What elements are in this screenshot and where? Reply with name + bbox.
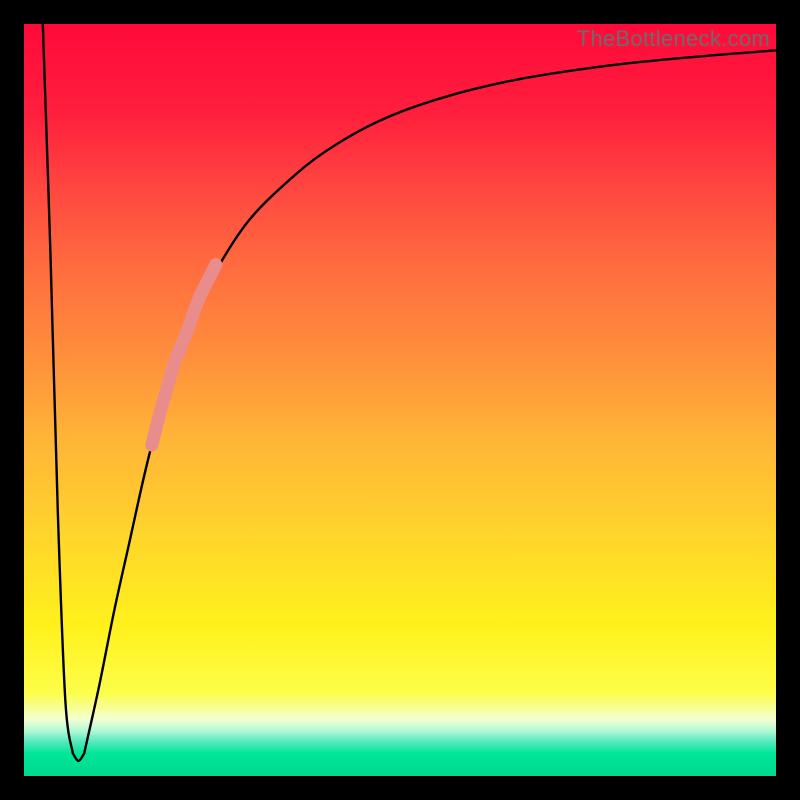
- highlight-dot: [173, 345, 186, 358]
- highlight-layer: [152, 265, 216, 445]
- bottleneck-valley-path: [73, 753, 84, 761]
- highlight-dot: [178, 330, 191, 343]
- curve-layer: [43, 24, 776, 761]
- bottleneck-curve-right-path: [84, 50, 776, 753]
- chart-svg: [24, 24, 776, 776]
- bottleneck-curve-left-path: [43, 24, 73, 753]
- chart-frame: TheBottleneck.com: [24, 24, 776, 776]
